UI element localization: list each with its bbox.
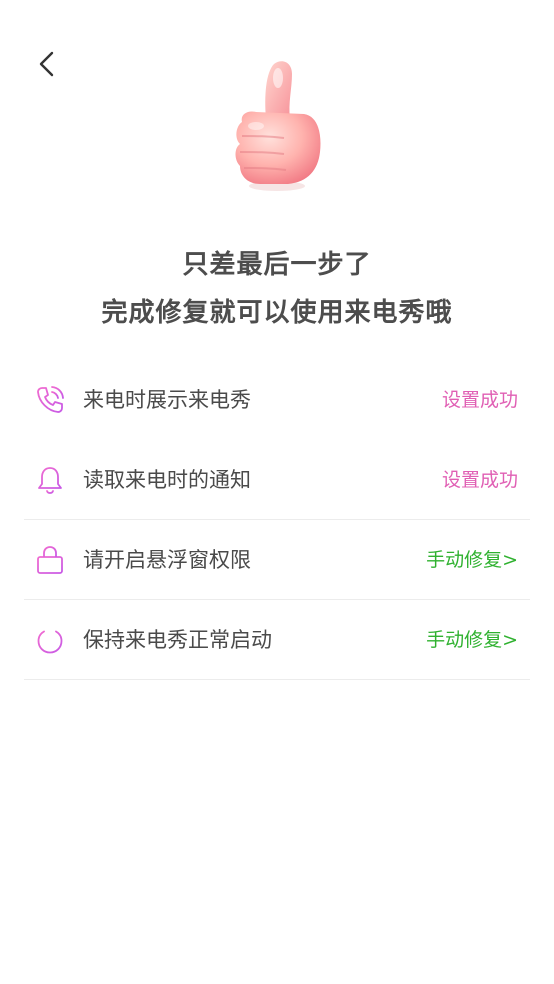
bell-icon <box>34 464 66 496</box>
page-title: 只差最后一步了 <box>182 250 372 280</box>
manual-fix-button[interactable]: 手动修复> <box>426 520 518 600</box>
permission-item-read-notification: 读取来电时的通知 设置成功 <box>24 440 530 520</box>
permission-item-autostart[interactable]: 保持来电秀正常启动 手动修复> <box>24 600 530 680</box>
permission-label: 请开启悬浮窗权限 <box>83 548 251 572</box>
permission-label: 保持来电秀正常启动 <box>83 628 272 652</box>
power-icon <box>34 624 66 656</box>
permission-label: 来电时展示来电秀 <box>83 388 251 412</box>
manual-fix-button[interactable]: 手动修复> <box>426 600 518 680</box>
phone-call-icon <box>34 384 66 416</box>
back-button[interactable] <box>30 44 64 84</box>
permission-label: 读取来电时的通知 <box>83 468 251 492</box>
lock-icon <box>34 544 66 576</box>
status-success: 设置成功 <box>441 469 518 491</box>
permission-list: 来电时展示来电秀 设置成功 读取来电时的通知 设置成功 请开启悬浮窗权限 手动修… <box>24 360 530 680</box>
page-subtitle: 完成修复就可以使用来电秀哦 <box>101 298 453 328</box>
permission-item-overlay[interactable]: 请开启悬浮窗权限 手动修复> <box>24 520 530 600</box>
status-success: 设置成功 <box>441 389 518 411</box>
chevron-left-icon <box>39 51 54 77</box>
permission-item-show-call: 来电时展示来电秀 设置成功 <box>24 360 530 440</box>
thumbs-up-icon <box>222 56 332 196</box>
